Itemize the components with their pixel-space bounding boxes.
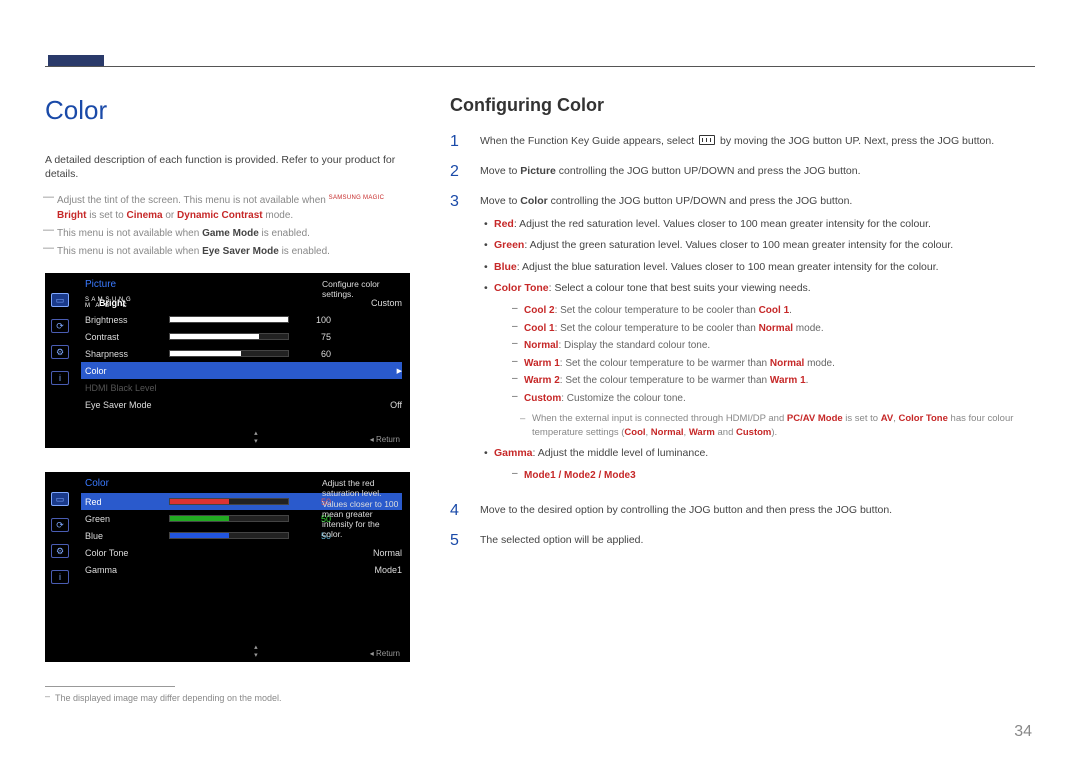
tab-system-icon[interactable]: ⚙ bbox=[51, 345, 69, 359]
row-brightness[interactable]: Brightness 100 bbox=[85, 311, 402, 328]
step-3: 3 Move to Color controlling the JOG butt… bbox=[450, 194, 1035, 489]
step-5: 5 The selected option will be applied. bbox=[450, 533, 1035, 549]
chevron-right-icon: ▶ bbox=[397, 367, 402, 375]
opt-warm1: Warm 1: Set the colour temperature to be… bbox=[524, 357, 1035, 372]
step-1: 1 When the Function Key Guide appears, s… bbox=[450, 134, 1035, 150]
opt-normal: Normal: Display the standard colour tone… bbox=[524, 339, 1035, 354]
tab-info-icon[interactable]: i bbox=[51, 371, 69, 385]
step-number: 2 bbox=[450, 164, 462, 180]
tab-picture-icon[interactable]: ▭ bbox=[51, 293, 69, 307]
bullet-color-tone: Color Tone: Select a colour tone that be… bbox=[494, 281, 1035, 440]
step-number: 5 bbox=[450, 533, 462, 549]
intro-text: A detailed description of each function … bbox=[45, 154, 410, 181]
osd-color: ▭ ⟳ ⚙ i Color Adjust the red saturation … bbox=[45, 472, 410, 662]
note-game-mode: This menu is not available when Game Mod… bbox=[45, 226, 410, 241]
left-column: Color A detailed description of each fun… bbox=[45, 95, 410, 703]
gamma-modes: Mode1 / Mode2 / Mode3 bbox=[524, 469, 1035, 484]
footnote-text: The displayed image may differ depending… bbox=[45, 693, 410, 703]
slider-red[interactable] bbox=[169, 498, 289, 505]
tab-onscreen-icon[interactable]: ⟳ bbox=[51, 319, 69, 333]
opt-custom: Custom: Customize the colour tone. bbox=[524, 392, 1035, 407]
restriction-notes: Adjust the tint of the screen. This menu… bbox=[45, 193, 410, 259]
step-4: 4 Move to the desired option by controll… bbox=[450, 503, 1035, 519]
slider-contrast[interactable] bbox=[169, 333, 289, 340]
note-tint: Adjust the tint of the screen. This menu… bbox=[45, 193, 410, 223]
bullet-blue: Blue: Adjust the blue saturation level. … bbox=[494, 260, 1035, 275]
section-heading: Configuring Color bbox=[450, 95, 1035, 116]
step-number: 1 bbox=[450, 134, 462, 150]
step-number: 3 bbox=[450, 194, 462, 489]
step-2: 2 Move to Picture controlling the JOG bu… bbox=[450, 164, 1035, 180]
osd-tab-icons: ▭ ⟳ ⚙ i bbox=[45, 472, 75, 662]
note-eye-saver: This menu is not available when Eye Save… bbox=[45, 244, 410, 259]
bullet-gamma: Gamma: Adjust the middle level of lumina… bbox=[494, 446, 1035, 484]
right-column: Configuring Color 1 When the Function Ke… bbox=[450, 95, 1035, 703]
menu-key-icon bbox=[699, 135, 715, 145]
tab-system-icon[interactable]: ⚙ bbox=[51, 544, 69, 558]
slider-sharpness[interactable] bbox=[169, 350, 289, 357]
tab-info-icon[interactable]: i bbox=[51, 570, 69, 584]
opt-warm2: Warm 2: Set the colour temperature to be… bbox=[524, 374, 1035, 389]
row-eye-saver[interactable]: Eye Saver Mode Off bbox=[85, 396, 402, 413]
osd1-hint: Configure color settings. bbox=[322, 279, 402, 299]
opt-cool2: Cool 2: Set the colour temperature to be… bbox=[524, 304, 1035, 319]
tab-onscreen-icon[interactable]: ⟳ bbox=[51, 518, 69, 532]
row-contrast[interactable]: Contrast 75 bbox=[85, 328, 402, 345]
header-rule bbox=[45, 66, 1035, 67]
bullet-green: Green: Adjust the green saturation level… bbox=[494, 238, 1035, 253]
pcav-note: When the external input is connected thr… bbox=[522, 412, 1035, 440]
slider-green[interactable] bbox=[169, 515, 289, 522]
tab-picture-icon[interactable]: ▭ bbox=[51, 492, 69, 506]
osd-jog-hints: ▴▾ bbox=[254, 430, 258, 445]
bullet-red: Red: Adjust the red saturation level. Va… bbox=[494, 217, 1035, 232]
page-title: Color bbox=[45, 95, 410, 126]
osd-tab-icons: ▭ ⟳ ⚙ i bbox=[45, 273, 75, 448]
slider-brightness[interactable] bbox=[169, 316, 289, 323]
osd1-return[interactable]: Return bbox=[370, 435, 400, 444]
osd-picture: ▭ ⟳ ⚙ i Picture Configure color settings… bbox=[45, 273, 410, 448]
osd2-return[interactable]: Return bbox=[370, 649, 400, 658]
slider-blue[interactable] bbox=[169, 532, 289, 539]
footnote-rule bbox=[45, 686, 175, 687]
page-number: 34 bbox=[1014, 723, 1032, 741]
osd-jog-hints: ▴▾ bbox=[254, 644, 258, 659]
row-color[interactable]: Color ▶ bbox=[81, 362, 402, 379]
step-number: 4 bbox=[450, 503, 462, 519]
header-accent-block bbox=[48, 55, 104, 66]
row-color-tone[interactable]: Color Tone Normal bbox=[85, 544, 402, 561]
row-gamma[interactable]: Gamma Mode1 bbox=[85, 561, 402, 578]
row-hdmi-black: HDMI Black Level bbox=[85, 379, 402, 396]
osd2-hint: Adjust the red saturation level. Values … bbox=[322, 478, 402, 539]
row-sharpness[interactable]: Sharpness 60 bbox=[85, 345, 402, 362]
opt-cool1: Cool 1: Set the colour temperature to be… bbox=[524, 322, 1035, 337]
